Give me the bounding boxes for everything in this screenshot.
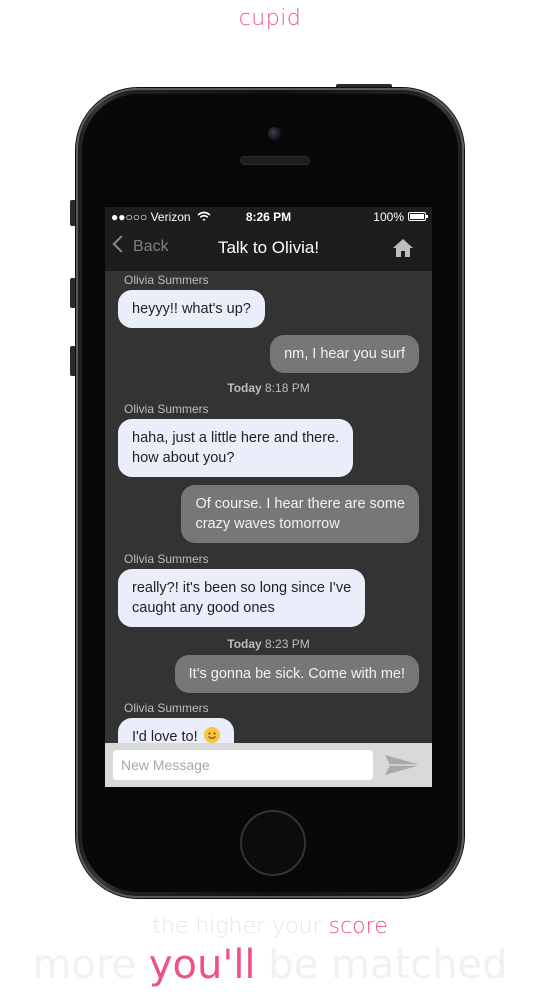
tagline-line-1: the higher your score bbox=[152, 914, 388, 939]
battery-percent: 100% bbox=[373, 210, 404, 224]
incoming-message: I'd love to! bbox=[118, 718, 234, 743]
page-title: Talk to Olivia! bbox=[217, 238, 320, 257]
message-input[interactable] bbox=[113, 750, 373, 780]
sender-name: Olivia Summers bbox=[124, 552, 209, 566]
sender-name: Olivia Summers bbox=[124, 701, 209, 715]
tagline-line-2: more you'll be matched bbox=[32, 942, 508, 988]
incoming-message: really?! it's been so long since I've cau… bbox=[118, 569, 366, 627]
timestamp: Today 8:18 PM bbox=[227, 381, 310, 395]
incoming-message: haha, just a little here and there. how a… bbox=[118, 419, 354, 477]
battery-icon bbox=[408, 212, 428, 221]
status-bar: ●●○○○ Verizon 8:26 PM 100% bbox=[105, 207, 432, 227]
message-list[interactable]: Olivia Summers heyyy!! what's up? nm, I … bbox=[105, 271, 432, 743]
home-icon[interactable] bbox=[392, 238, 414, 258]
front-camera bbox=[268, 127, 281, 140]
send-icon[interactable] bbox=[384, 753, 422, 777]
sender-name: Olivia Summers bbox=[124, 402, 209, 416]
timestamp: Today 8:23 PM bbox=[227, 637, 310, 651]
smiley-emoji-icon bbox=[203, 727, 220, 743]
nav-bar: Back Talk to Olivia! bbox=[105, 227, 432, 271]
phone-screen: ●●○○○ Verizon 8:26 PM 100% Back Talk to … bbox=[105, 207, 432, 787]
outgoing-message: nm, I hear you surf bbox=[270, 335, 419, 373]
sender-name: Olivia Summers bbox=[124, 273, 209, 287]
compose-bar bbox=[105, 743, 432, 787]
outgoing-message: Of course. I hear there are some crazy wa… bbox=[181, 485, 419, 543]
incoming-message: heyyy!! what's up? bbox=[118, 290, 265, 328]
home-button[interactable] bbox=[240, 810, 306, 876]
phone-mockup: ●●○○○ Verizon 8:26 PM 100% Back Talk to … bbox=[0, 0, 540, 1000]
earpiece-speaker bbox=[240, 156, 310, 165]
outgoing-message: It's gonna be sick. Come with me! bbox=[174, 655, 419, 693]
